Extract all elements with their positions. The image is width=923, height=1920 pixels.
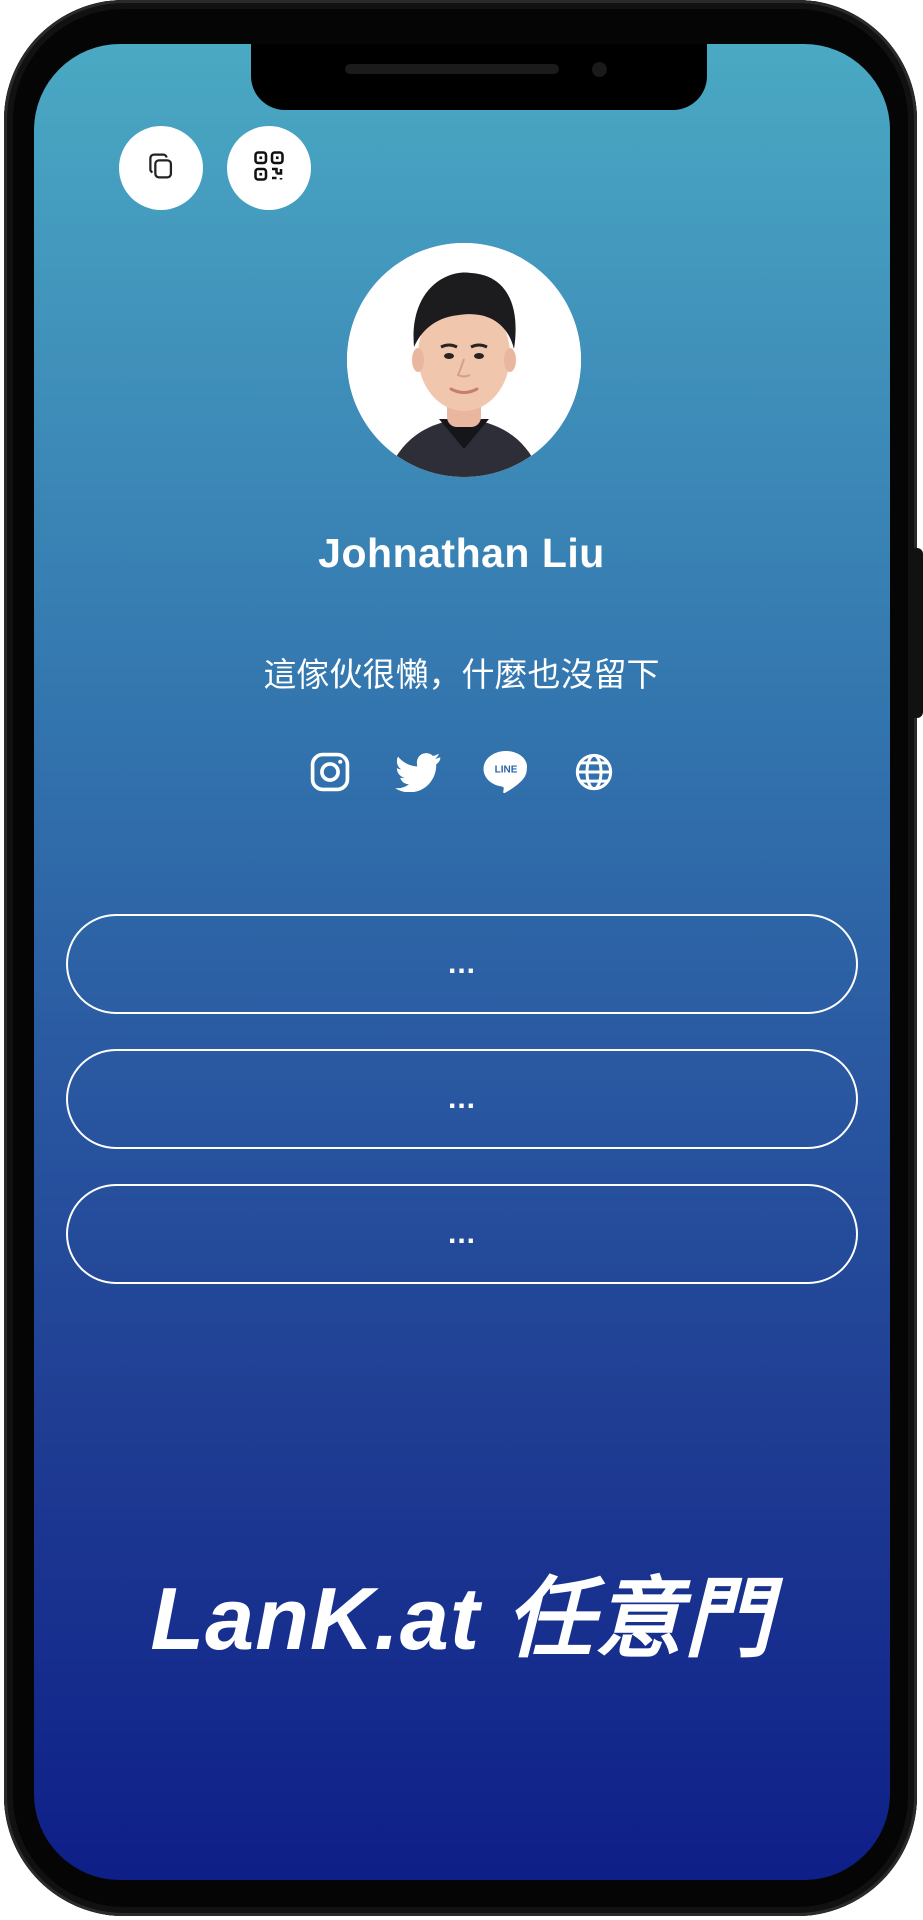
phone-speaker (345, 64, 559, 74)
avatar (347, 243, 581, 477)
link-button-2[interactable]: ... (66, 1049, 858, 1149)
profile-name: Johnathan Liu (318, 530, 605, 576)
twitter-icon (394, 752, 441, 797)
qr-code-icon (251, 148, 287, 189)
globe-icon (574, 752, 614, 797)
brand-logo: LanK.at 任意門 (150, 1569, 773, 1668)
line-icon: LINE (482, 749, 530, 800)
twitter-link[interactable] (394, 750, 442, 798)
link-button-1[interactable]: ... (66, 914, 858, 1014)
line-link[interactable]: LINE (482, 750, 530, 798)
instagram-icon (308, 750, 352, 799)
link-button-3[interactable]: ... (66, 1184, 858, 1284)
website-link[interactable] (570, 750, 618, 798)
instagram-link[interactable] (306, 750, 354, 798)
svg-text:LINE: LINE (494, 764, 517, 775)
copy-icon (144, 149, 178, 188)
copy-button[interactable] (119, 126, 203, 210)
qr-code-button[interactable] (227, 126, 311, 210)
phone-camera (592, 62, 607, 77)
social-links: LINE (0, 750, 923, 798)
profile-bio: 這傢伙很懶，什麼也沒留下 (263, 656, 660, 693)
phone-notch (251, 44, 707, 110)
